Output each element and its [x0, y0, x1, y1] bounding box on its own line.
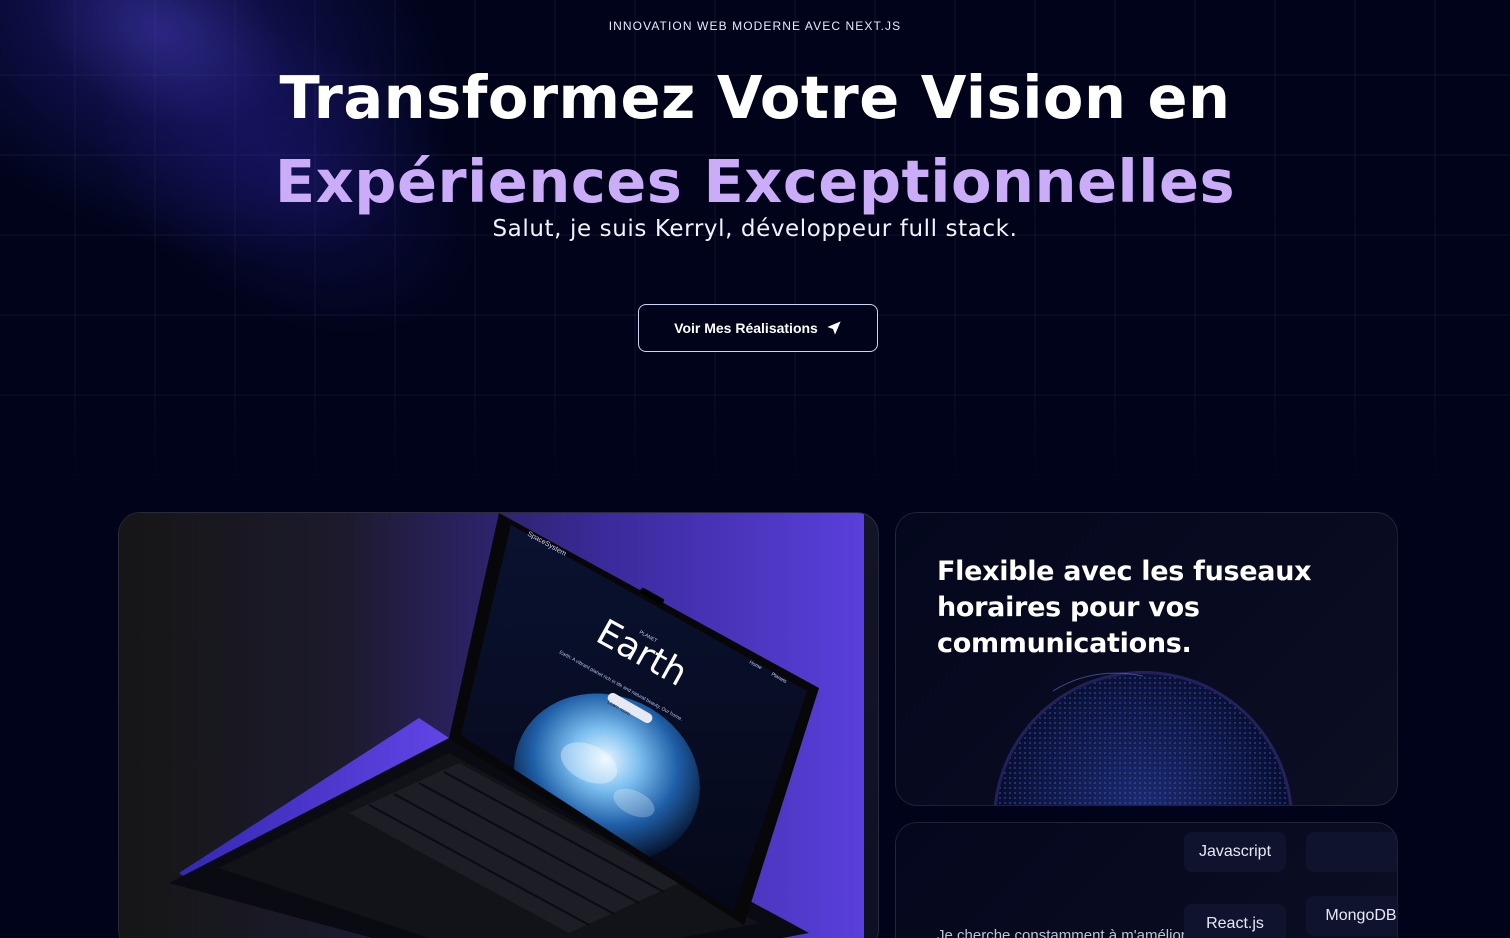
- view-projects-button[interactable]: Voir Mes Réalisations: [638, 304, 878, 352]
- hero-eyebrow: INNOVATION WEB MODERNE AVEC NEXT.JS: [608, 19, 902, 33]
- cta-label: Voir Mes Réalisations: [674, 320, 818, 336]
- hero-subtitle: Salut, je suis Kerryl, développeur full …: [492, 216, 1018, 242]
- globe-icon: [993, 671, 1293, 805]
- tech-stack-description: Je cherche constamment à m'améliorer: [937, 927, 1200, 938]
- timezone-card[interactable]: Flexible avec les fuseaux horaires pour …: [895, 512, 1398, 806]
- headline-line-2: Expériences Exceptionnelles: [274, 147, 1236, 216]
- tag-javascript: Javascript: [1184, 832, 1286, 872]
- tech-stack-card[interactable]: Je cherche constamment à m'améliorer Jav…: [895, 822, 1398, 938]
- tag-reactjs: React.js: [1184, 904, 1286, 938]
- send-icon: [827, 321, 841, 335]
- laptop-illustration: SpaceSystem PLANET Earth Earth: A vibran…: [119, 513, 864, 938]
- laptop-showcase-card[interactable]: SpaceSystem PLANET Earth Earth: A vibran…: [118, 512, 879, 938]
- laptop-graphic: SpaceSystem PLANET Earth Earth: A vibran…: [169, 513, 819, 938]
- tag-mongodb: MongoDB: [1306, 896, 1397, 936]
- tag-empty: [1306, 832, 1397, 872]
- headline-line-1: Transformez Votre Vision en: [279, 63, 1231, 132]
- hero-headline: Transformez Votre Vision en Expériences …: [0, 56, 1510, 224]
- timezone-card-title: Flexible avec les fuseaux horaires pour …: [937, 556, 1312, 659]
